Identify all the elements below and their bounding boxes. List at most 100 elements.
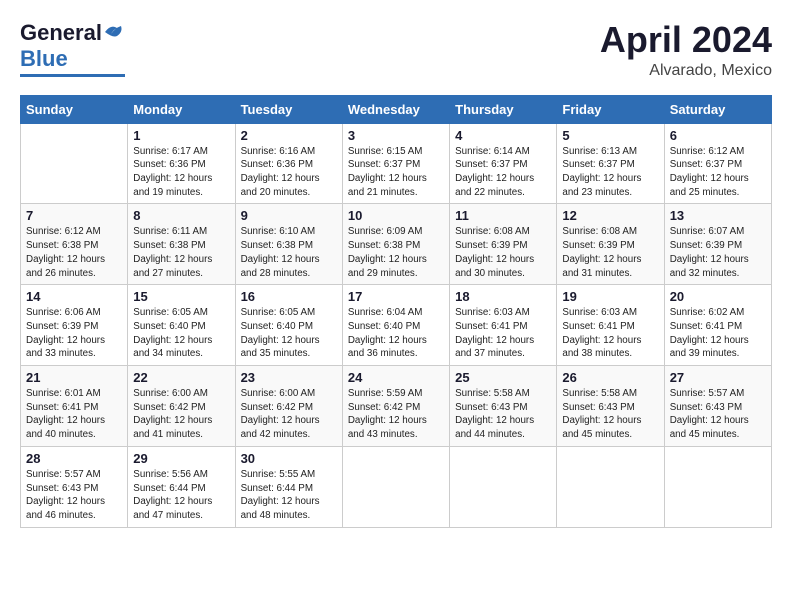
logo-bird-icon bbox=[103, 22, 125, 40]
calendar-day-cell: 15 Sunrise: 6:05 AMSunset: 6:40 PMDayligh… bbox=[128, 285, 235, 366]
day-number: 29 bbox=[133, 451, 229, 466]
day-number: 3 bbox=[348, 128, 444, 143]
day-number: 16 bbox=[241, 289, 337, 304]
calendar-day-cell: 21 Sunrise: 6:01 AMSunset: 6:41 PMDayligh… bbox=[21, 366, 128, 447]
calendar-day-cell: 19 Sunrise: 6:03 AMSunset: 6:41 PMDayligh… bbox=[557, 285, 664, 366]
calendar-day-cell: 28 Sunrise: 5:57 AMSunset: 6:43 PMDayligh… bbox=[21, 446, 128, 527]
calendar-day-cell bbox=[664, 446, 771, 527]
weekday-header-saturday: Saturday bbox=[664, 95, 771, 123]
day-info: Sunrise: 6:00 AMSunset: 6:42 PMDaylight:… bbox=[133, 387, 229, 442]
day-info: Sunrise: 6:00 AMSunset: 6:42 PMDaylight:… bbox=[241, 387, 337, 442]
day-info: Sunrise: 6:05 AMSunset: 6:40 PMDaylight:… bbox=[241, 306, 337, 361]
calendar-day-cell: 8Sunrise: 6:11 AMSunset: 6:38 PMDaylight… bbox=[128, 204, 235, 285]
calendar-day-cell: 4 Sunrise: 6:14 AMSunset: 6:37 PMDaylight… bbox=[450, 123, 557, 204]
day-number: 21 bbox=[26, 370, 122, 385]
calendar-day-cell: 29Sunrise: 5:56 AMSunset: 6:44 PMDayligh… bbox=[128, 446, 235, 527]
day-number: 10 bbox=[348, 208, 444, 223]
day-info: Sunrise: 6:04 AMSunset: 6:40 PMDaylight:… bbox=[348, 306, 444, 361]
day-info: Sunrise: 6:12 AMSunset: 6:37 PMDaylight:… bbox=[670, 145, 766, 200]
day-info: Sunrise: 6:15 AMSunset: 6:37 PMDaylight:… bbox=[348, 145, 444, 200]
title-section: April 2024 Alvarado, Mexico bbox=[600, 20, 772, 80]
calendar-day-cell: 13 Sunrise: 6:07 AMSunset: 6:39 PMDayligh… bbox=[664, 204, 771, 285]
calendar-day-cell: 22Sunrise: 6:00 AMSunset: 6:42 PMDayligh… bbox=[128, 366, 235, 447]
day-number: 25 bbox=[455, 370, 551, 385]
day-number: 24 bbox=[348, 370, 444, 385]
logo: General Blue bbox=[20, 20, 125, 77]
day-info: Sunrise: 6:07 AMSunset: 6:39 PMDaylight:… bbox=[670, 225, 766, 280]
calendar-day-cell: 11 Sunrise: 6:08 AMSunset: 6:39 PMDayligh… bbox=[450, 204, 557, 285]
calendar-body: 1 Sunrise: 6:17 AMSunset: 6:36 PMDaylight… bbox=[21, 123, 772, 527]
day-number: 23 bbox=[241, 370, 337, 385]
calendar-day-cell: 3 Sunrise: 6:15 AMSunset: 6:37 PMDaylight… bbox=[342, 123, 449, 204]
calendar-day-cell: 26Sunrise: 5:58 AMSunset: 6:43 PMDayligh… bbox=[557, 366, 664, 447]
day-number: 28 bbox=[26, 451, 122, 466]
day-info: Sunrise: 6:10 AMSunset: 6:38 PMDaylight:… bbox=[241, 225, 337, 280]
weekday-header-wednesday: Wednesday bbox=[342, 95, 449, 123]
calendar-day-cell: 10Sunrise: 6:09 AMSunset: 6:38 PMDayligh… bbox=[342, 204, 449, 285]
calendar-day-cell: 25 Sunrise: 5:58 AMSunset: 6:43 PMDayligh… bbox=[450, 366, 557, 447]
day-number: 11 bbox=[455, 208, 551, 223]
day-info: Sunrise: 6:06 AMSunset: 6:39 PMDaylight:… bbox=[26, 306, 122, 361]
day-info: Sunrise: 6:08 AMSunset: 6:39 PMDaylight:… bbox=[455, 225, 551, 280]
calendar-day-cell bbox=[450, 446, 557, 527]
calendar-week-row: 14 Sunrise: 6:06 AMSunset: 6:39 PMDayligh… bbox=[21, 285, 772, 366]
day-number: 15 bbox=[133, 289, 229, 304]
logo-general-text: General bbox=[20, 20, 102, 46]
day-number: 14 bbox=[26, 289, 122, 304]
logo-blue-text: Blue bbox=[20, 46, 68, 72]
day-info: Sunrise: 6:08 AMSunset: 6:39 PMDaylight:… bbox=[562, 225, 658, 280]
calendar-day-cell: 23 Sunrise: 6:00 AMSunset: 6:42 PMDayligh… bbox=[235, 366, 342, 447]
weekday-header-thursday: Thursday bbox=[450, 95, 557, 123]
calendar-week-row: 1 Sunrise: 6:17 AMSunset: 6:36 PMDaylight… bbox=[21, 123, 772, 204]
calendar-day-cell: 5Sunrise: 6:13 AMSunset: 6:37 PMDaylight… bbox=[557, 123, 664, 204]
day-number: 7 bbox=[26, 208, 122, 223]
calendar-day-cell: 30 Sunrise: 5:55 AMSunset: 6:44 PMDayligh… bbox=[235, 446, 342, 527]
day-number: 19 bbox=[562, 289, 658, 304]
day-number: 1 bbox=[133, 128, 229, 143]
calendar-table: SundayMondayTuesdayWednesdayThursdayFrid… bbox=[20, 95, 772, 528]
calendar-day-cell: 17 Sunrise: 6:04 AMSunset: 6:40 PMDayligh… bbox=[342, 285, 449, 366]
day-number: 27 bbox=[670, 370, 766, 385]
day-number: 20 bbox=[670, 289, 766, 304]
calendar-day-cell: 7 Sunrise: 6:12 AMSunset: 6:38 PMDaylight… bbox=[21, 204, 128, 285]
calendar-week-row: 7 Sunrise: 6:12 AMSunset: 6:38 PMDaylight… bbox=[21, 204, 772, 285]
calendar-day-cell bbox=[557, 446, 664, 527]
calendar-day-cell: 16 Sunrise: 6:05 AMSunset: 6:40 PMDayligh… bbox=[235, 285, 342, 366]
day-number: 30 bbox=[241, 451, 337, 466]
calendar-week-row: 28 Sunrise: 5:57 AMSunset: 6:43 PMDayligh… bbox=[21, 446, 772, 527]
calendar-day-cell bbox=[21, 123, 128, 204]
calendar-day-cell: 18Sunrise: 6:03 AMSunset: 6:41 PMDayligh… bbox=[450, 285, 557, 366]
weekday-header-sunday: Sunday bbox=[21, 95, 128, 123]
day-info: Sunrise: 6:13 AMSunset: 6:37 PMDaylight:… bbox=[562, 145, 658, 200]
day-info: Sunrise: 5:55 AMSunset: 6:44 PMDaylight:… bbox=[241, 468, 337, 523]
day-number: 4 bbox=[455, 128, 551, 143]
day-info: Sunrise: 6:14 AMSunset: 6:37 PMDaylight:… bbox=[455, 145, 551, 200]
calendar-day-cell: 2Sunrise: 6:16 AMSunset: 6:36 PMDaylight… bbox=[235, 123, 342, 204]
calendar-day-cell: 14 Sunrise: 6:06 AMSunset: 6:39 PMDayligh… bbox=[21, 285, 128, 366]
calendar-day-cell bbox=[342, 446, 449, 527]
calendar-week-row: 21 Sunrise: 6:01 AMSunset: 6:41 PMDayligh… bbox=[21, 366, 772, 447]
calendar-day-cell: 12Sunrise: 6:08 AMSunset: 6:39 PMDayligh… bbox=[557, 204, 664, 285]
day-info: Sunrise: 5:57 AMSunset: 6:43 PMDaylight:… bbox=[26, 468, 122, 523]
calendar-day-cell: 9Sunrise: 6:10 AMSunset: 6:38 PMDaylight… bbox=[235, 204, 342, 285]
page-header: General Blue April 2024 Alvarado, Mexico bbox=[20, 20, 772, 80]
day-info: Sunrise: 5:58 AMSunset: 6:43 PMDaylight:… bbox=[562, 387, 658, 442]
day-number: 17 bbox=[348, 289, 444, 304]
day-info: Sunrise: 5:59 AMSunset: 6:42 PMDaylight:… bbox=[348, 387, 444, 442]
day-info: Sunrise: 6:12 AMSunset: 6:38 PMDaylight:… bbox=[26, 225, 122, 280]
weekday-header-row: SundayMondayTuesdayWednesdayThursdayFrid… bbox=[21, 95, 772, 123]
month-year-title: April 2024 bbox=[600, 20, 772, 60]
day-info: Sunrise: 6:03 AMSunset: 6:41 PMDaylight:… bbox=[562, 306, 658, 361]
calendar-day-cell: 1 Sunrise: 6:17 AMSunset: 6:36 PMDaylight… bbox=[128, 123, 235, 204]
calendar-day-cell: 24 Sunrise: 5:59 AMSunset: 6:42 PMDayligh… bbox=[342, 366, 449, 447]
location-subtitle: Alvarado, Mexico bbox=[600, 62, 772, 80]
day-info: Sunrise: 6:17 AMSunset: 6:36 PMDaylight:… bbox=[133, 145, 229, 200]
day-number: 18 bbox=[455, 289, 551, 304]
day-info: Sunrise: 6:01 AMSunset: 6:41 PMDaylight:… bbox=[26, 387, 122, 442]
day-info: Sunrise: 6:05 AMSunset: 6:40 PMDaylight:… bbox=[133, 306, 229, 361]
weekday-header-tuesday: Tuesday bbox=[235, 95, 342, 123]
day-info: Sunrise: 6:16 AMSunset: 6:36 PMDaylight:… bbox=[241, 145, 337, 200]
day-info: Sunrise: 6:11 AMSunset: 6:38 PMDaylight:… bbox=[133, 225, 229, 280]
day-info: Sunrise: 5:58 AMSunset: 6:43 PMDaylight:… bbox=[455, 387, 551, 442]
day-number: 13 bbox=[670, 208, 766, 223]
